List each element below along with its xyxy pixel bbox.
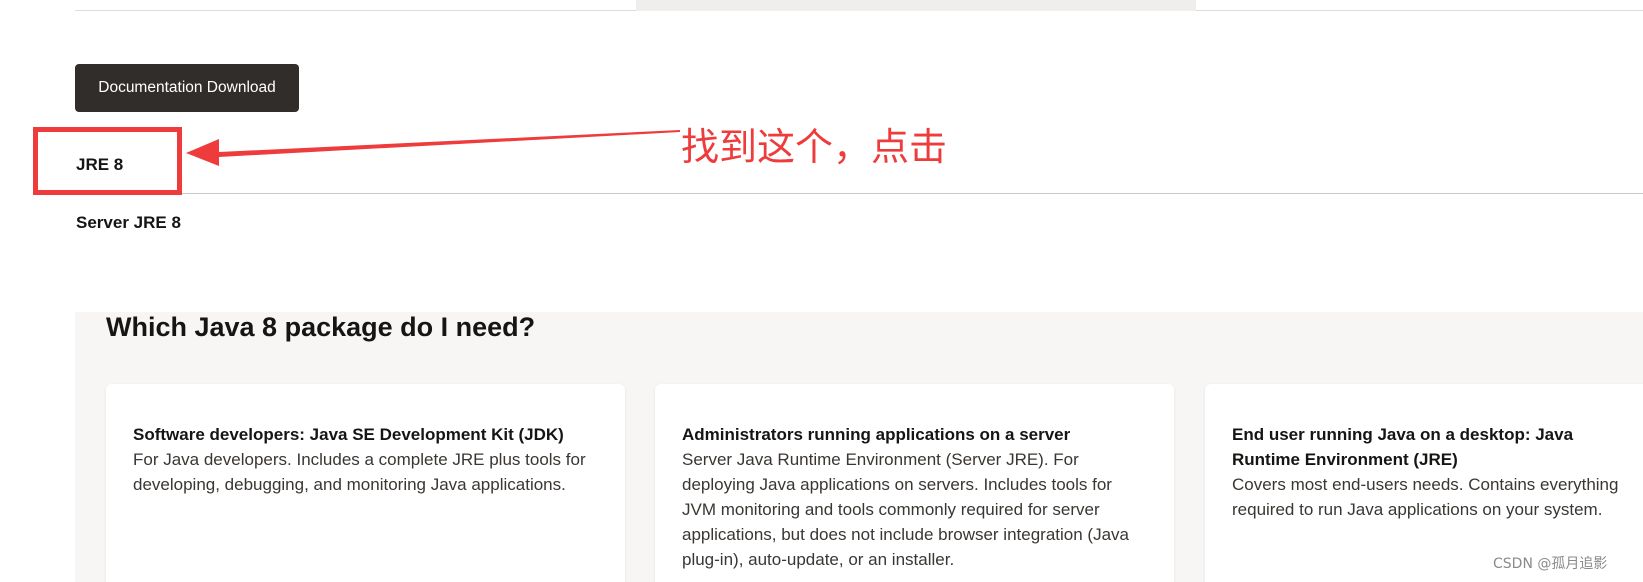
card-heading: Administrators running applications on a… (682, 425, 1071, 444)
card-body: For Java developers. Includes a complete… (133, 450, 586, 494)
card-jdk: Software developers: Java SE Development… (106, 384, 625, 582)
annotation-text: 找到这个，点击 (681, 125, 948, 169)
card-heading: Software developers: Java SE Development… (133, 425, 564, 444)
section-title: Which Java 8 package do I need? (106, 312, 536, 342)
tab-server-jre-8[interactable]: Server JRE 8 (76, 213, 181, 233)
top-tab-strip (636, 0, 1196, 11)
csdn-watermark: CSDN @孤月追影 (1493, 556, 1608, 572)
annotation-arrow-icon (186, 130, 680, 166)
card-body: Server Java Runtime Environment (Server … (682, 450, 1129, 569)
card-server-jre: Administrators running applications on a… (655, 384, 1174, 582)
card-heading: End user running Java on a desktop: Java… (1232, 425, 1574, 469)
card-body: Covers most end-users needs. Contains ev… (1232, 475, 1619, 519)
